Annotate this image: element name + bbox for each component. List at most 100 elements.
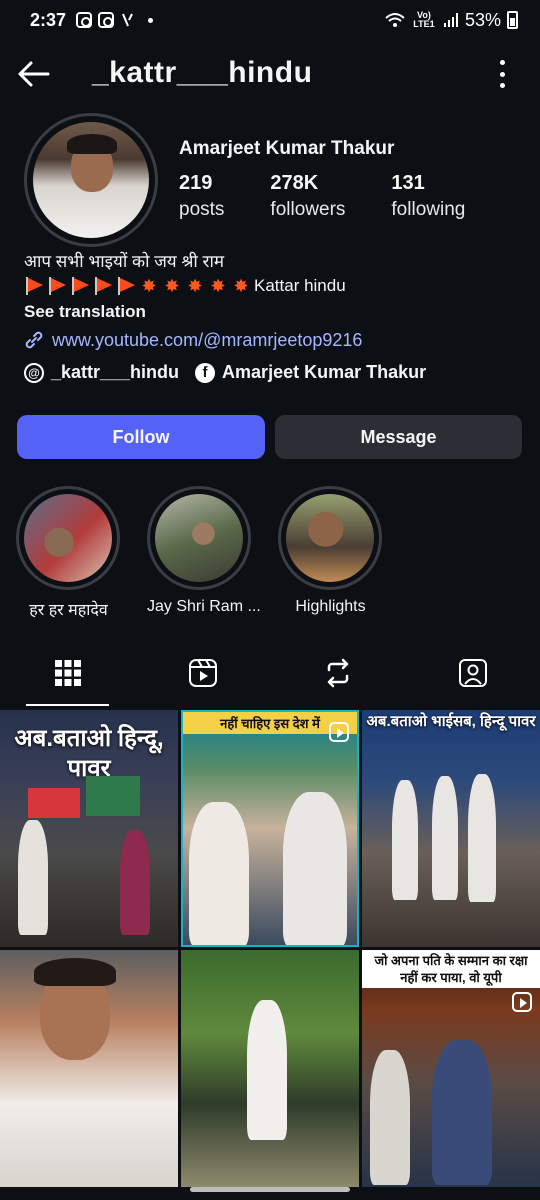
tagged-person-icon — [458, 659, 487, 687]
notification-icons — [76, 12, 154, 28]
message-button[interactable]: Message — [275, 415, 522, 459]
more-notifications-dot-icon — [148, 17, 154, 23]
following-label: following — [391, 199, 466, 220]
bio-link[interactable]: www.youtube.com/@mramrjeetop9216 — [24, 328, 524, 352]
post-figure — [283, 792, 347, 945]
post-thumbnail[interactable]: नहीं चाहिए इस देश में — [181, 710, 359, 947]
highlight-item[interactable]: Jay Shri Ram ... — [147, 486, 261, 620]
post-figure — [189, 802, 249, 945]
lte-label: Vo) LTE1 — [413, 10, 435, 29]
highlight-cover — [155, 494, 243, 582]
burst-icon: ✸ — [141, 276, 157, 296]
saffron-flag-icon — [116, 277, 136, 295]
top-bar: _kattr___hindu — [0, 48, 540, 100]
tab-posts-grid[interactable] — [0, 640, 135, 706]
threads-icon: @ — [24, 362, 44, 383]
status-bar: 2:37 Vo) LTE1 53% — [0, 0, 540, 40]
story-highlights: हर हर महादेव Jay Shri Ram ... Highlights — [16, 486, 383, 620]
posts-label: posts — [179, 199, 225, 220]
post-caption-overlay: जो अपना पति के सम्मान का रक्षा नहीं कर प… — [362, 950, 540, 988]
follow-button[interactable]: Follow — [17, 415, 265, 459]
post-figure — [432, 1040, 492, 1185]
battery-icon — [507, 11, 518, 29]
reel-icon — [512, 992, 532, 1012]
followers-stat[interactable]: 278K followers — [270, 172, 345, 221]
following-count: 131 — [391, 172, 425, 194]
highlight-ring — [278, 486, 382, 590]
following-stat[interactable]: 131 following — [391, 172, 465, 221]
tab-tagged[interactable] — [405, 640, 540, 706]
post-figure — [120, 830, 150, 935]
slash-notification-icon — [122, 13, 133, 27]
saffron-flag-icon — [47, 277, 67, 295]
post-placard — [86, 776, 140, 816]
highlight-label: Highlights — [295, 598, 366, 615]
followers-count: 278K — [270, 172, 319, 194]
post-figure — [432, 776, 458, 900]
profile-bio: आप सभी भाइयों को जय श्री राम ✸ ✸ ✸ ✸ ✸ K… — [24, 250, 524, 352]
tab-reposts[interactable] — [270, 640, 405, 706]
profile-stats: 219 posts 278K followers 131 following — [179, 172, 511, 221]
instagram-notification-icon-2 — [98, 12, 115, 28]
saffron-flag-icon — [70, 277, 90, 295]
highlight-item[interactable]: Highlights — [278, 486, 383, 620]
posts-count: 219 — [179, 172, 213, 194]
profile-full-name: Amarjeet Kumar Thakur — [179, 138, 395, 159]
highlight-label: हर हर महादेव — [29, 602, 108, 619]
burst-icon: ✸ — [164, 276, 180, 296]
posts-grid: अब.बताओ हिन्दू, पावर नहीं चाहिए इस देश म… — [0, 710, 540, 1190]
followers-label: followers — [270, 199, 346, 220]
post-thumbnail[interactable]: अब.बताओ भाईसब, हिन्दू पावर — [362, 710, 540, 947]
bio-line-1: आप सभी भाइयों को जय श्री राम — [24, 252, 225, 271]
instagram-notification-icon — [76, 12, 93, 28]
bio-tagline: Kattar hindu — [254, 276, 346, 295]
saffron-flag-icon — [93, 277, 113, 295]
social-links: @ _kattr___hindu f Amarjeet Kumar Thakur — [24, 362, 442, 383]
threads-handle: _kattr___hindu — [51, 362, 180, 382]
post-caption-overlay: अब.बताओ भाईसब, हिन्दू पावर — [366, 713, 536, 730]
post-thumbnail[interactable]: जो अपना पति के सम्मान का रक्षा नहीं कर प… — [362, 950, 540, 1187]
bio-link-text: www.youtube.com/@mramrjeetop9216 — [52, 330, 363, 350]
highlight-ring — [16, 486, 120, 590]
highlight-cover — [286, 494, 374, 582]
profile-avatar-ring[interactable] — [24, 113, 158, 247]
burst-icon: ✸ — [210, 276, 226, 296]
post-figure — [18, 820, 48, 935]
repost-icon — [327, 658, 348, 688]
wifi-icon — [385, 13, 405, 27]
post-thumbnail[interactable] — [0, 950, 178, 1187]
status-time: 2:37 — [30, 9, 67, 30]
reels-icon — [188, 659, 217, 687]
more-options-icon[interactable] — [498, 60, 506, 88]
post-figure — [247, 1000, 287, 1140]
highlight-cover — [24, 494, 112, 582]
burst-icon: ✸ — [233, 276, 249, 296]
bio-line-2: ✸ ✸ ✸ ✸ ✸ Kattar hindu — [24, 274, 524, 298]
burst-icon: ✸ — [187, 276, 203, 296]
facebook-icon: f — [195, 362, 216, 383]
avatar — [33, 122, 149, 238]
post-figure — [392, 780, 418, 900]
link-icon — [25, 331, 43, 349]
home-indicator[interactable] — [190, 1187, 350, 1192]
back-arrow-icon[interactable] — [16, 58, 52, 90]
battery-percent: 53% — [464, 9, 501, 30]
reel-icon — [329, 722, 349, 742]
highlight-ring — [147, 486, 251, 590]
tab-reels[interactable] — [135, 640, 270, 706]
highlight-item[interactable]: हर हर महादेव — [16, 486, 121, 620]
grid-icon — [54, 660, 81, 686]
threads-link[interactable]: @ _kattr___hindu — [24, 362, 179, 383]
post-thumbnail[interactable]: अब.बताओ हिन्दू, पावर — [0, 710, 178, 947]
post-placard — [28, 788, 80, 818]
saffron-flag-icon — [24, 277, 44, 295]
posts-stat[interactable]: 219 posts — [179, 172, 224, 221]
post-thumbnail[interactable] — [181, 950, 359, 1187]
facebook-link[interactable]: f Amarjeet Kumar Thakur — [195, 362, 426, 383]
profile-username: _kattr___hindu — [92, 56, 313, 89]
profile-tabs — [0, 640, 540, 706]
post-hair — [34, 958, 116, 986]
facebook-name: Amarjeet Kumar Thakur — [222, 362, 427, 382]
post-figure — [468, 774, 496, 902]
see-translation-button[interactable]: See translation — [24, 300, 524, 324]
